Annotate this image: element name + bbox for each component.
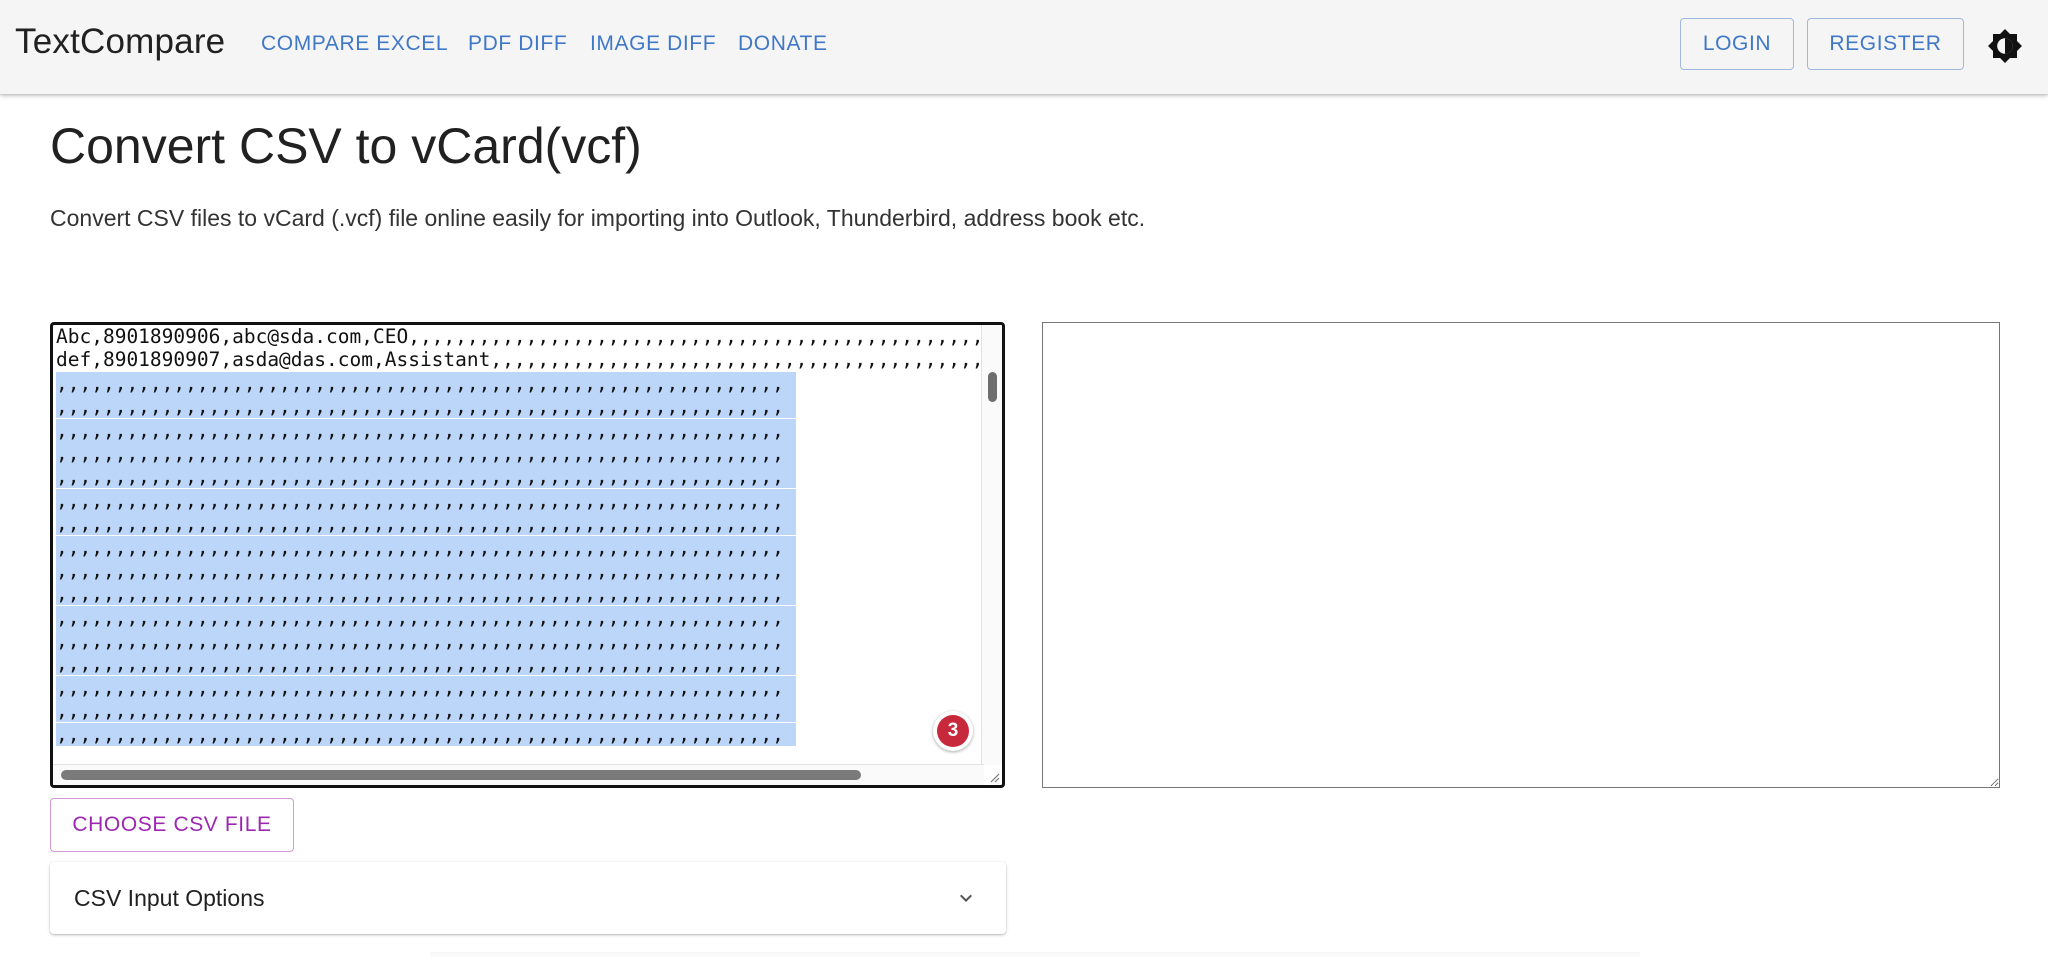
csv-line-text: ,,,,,,,,,,,,,,,,,,,,,,,,,,,,,,,,,,,,,,,,… [56, 371, 784, 395]
csv-line: ,,,,,,,,,,,,,,,,,,,,,,,,,,,,,,,,,,,,,,,,… [56, 465, 1002, 489]
csv-line-text: ,,,,,,,,,,,,,,,,,,,,,,,,,,,,,,,,,,,,,,,,… [56, 722, 784, 746]
csv-line: ,,,,,,,,,,,,,,,,,,,,,,,,,,,,,,,,,,,,,,,,… [56, 441, 1002, 465]
choose-csv-file-button[interactable]: CHOOSE CSV FILE [50, 798, 294, 852]
csv-line-text: ,,,,,,,,,,,,,,,,,,,,,,,,,,,,,,,,,,,,,,,,… [56, 629, 784, 653]
page-title: Convert CSV to vCard(vcf) [50, 118, 642, 174]
csv-line: ,,,,,,,,,,,,,,,,,,,,,,,,,,,,,,,,,,,,,,,,… [56, 722, 1002, 746]
top-app-bar: TextCompare COMPARE EXCEL PDF DIFF IMAGE… [0, 0, 2048, 94]
csv-input-text[interactable]: Abc,8901890906,abc@sda.com,CEO,,,,,,,,,,… [56, 325, 1002, 746]
page-fold-shadow [430, 952, 1640, 958]
register-button[interactable]: REGISTER [1807, 18, 1964, 70]
csv-line-text: ,,,,,,,,,,,,,,,,,,,,,,,,,,,,,,,,,,,,,,,,… [56, 652, 784, 676]
csv-line-text: ,,,,,,,,,,,,,,,,,,,,,,,,,,,,,,,,,,,,,,,,… [56, 558, 784, 582]
vertical-scroll-thumb[interactable] [988, 372, 997, 402]
csv-line: def,8901890907,asda@das.com,Assistant,,,… [56, 348, 1002, 372]
csv-line-text: ,,,,,,,,,,,,,,,,,,,,,,,,,,,,,,,,,,,,,,,,… [56, 488, 784, 512]
csv-line: ,,,,,,,,,,,,,,,,,,,,,,,,,,,,,,,,,,,,,,,,… [56, 535, 1002, 559]
csv-line: ,,,,,,,,,,,,,,,,,,,,,,,,,,,,,,,,,,,,,,,,… [56, 699, 1002, 723]
brand-logo[interactable]: TextCompare [15, 22, 225, 62]
csv-line-text: ,,,,,,,,,,,,,,,,,,,,,,,,,,,,,,,,,,,,,,,,… [56, 418, 784, 442]
csv-line: ,,,,,,,,,,,,,,,,,,,,,,,,,,,,,,,,,,,,,,,,… [56, 582, 1002, 606]
csv-line: ,,,,,,,,,,,,,,,,,,,,,,,,,,,,,,,,,,,,,,,,… [56, 652, 1002, 676]
nav-pdf-diff[interactable]: PDF DIFF [468, 32, 567, 56]
csv-line-text: ,,,,,,,,,,,,,,,,,,,,,,,,,,,,,,,,,,,,,,,,… [56, 465, 784, 489]
csv-line-text: ,,,,,,,,,,,,,,,,,,,,,,,,,,,,,,,,,,,,,,,,… [56, 699, 784, 723]
csv-line: ,,,,,,,,,,,,,,,,,,,,,,,,,,,,,,,,,,,,,,,,… [56, 675, 1002, 699]
csv-line: ,,,,,,,,,,,,,,,,,,,,,,,,,,,,,,,,,,,,,,,,… [56, 605, 1002, 629]
csv-line: ,,,,,,,,,,,,,,,,,,,,,,,,,,,,,,,,,,,,,,,,… [56, 395, 1002, 419]
csv-line: Abc,8901890906,abc@sda.com,CEO,,,,,,,,,,… [56, 325, 1002, 348]
csv-line-text: ,,,,,,,,,,,,,,,,,,,,,,,,,,,,,,,,,,,,,,,,… [56, 535, 784, 559]
csv-line-text: ,,,,,,,,,,,,,,,,,,,,,,,,,,,,,,,,,,,,,,,,… [56, 395, 784, 419]
vertical-scrollbar[interactable] [981, 325, 1002, 765]
csv-line: ,,,,,,,,,,,,,,,,,,,,,,,,,,,,,,,,,,,,,,,,… [56, 371, 1002, 395]
brightness-icon[interactable] [1985, 26, 2025, 66]
csv-line: ,,,,,,,,,,,,,,,,,,,,,,,,,,,,,,,,,,,,,,,,… [56, 629, 1002, 653]
csv-input-options-accordion[interactable]: CSV Input Options [50, 862, 1006, 934]
csv-line-text: ,,,,,,,,,,,,,,,,,,,,,,,,,,,,,,,,,,,,,,,,… [56, 675, 784, 699]
csv-line-text: ,,,,,,,,,,,,,,,,,,,,,,,,,,,,,,,,,,,,,,,,… [56, 605, 784, 629]
nav-compare-excel[interactable]: COMPARE EXCEL [261, 32, 448, 56]
csv-line-text: ,,,,,,,,,,,,,,,,,,,,,,,,,,,,,,,,,,,,,,,,… [56, 512, 784, 536]
vcf-output-textarea[interactable] [1042, 322, 2000, 788]
csv-line: ,,,,,,,,,,,,,,,,,,,,,,,,,,,,,,,,,,,,,,,,… [56, 488, 1002, 512]
badge-count: 3 [937, 715, 969, 747]
csv-input-textarea[interactable]: Abc,8901890906,abc@sda.com,CEO,,,,,,,,,,… [50, 322, 1005, 788]
page-description: Convert CSV files to vCard (.vcf) file o… [50, 205, 1146, 231]
csv-line-text: def,8901890907,asda@das.com,Assistant,,,… [56, 348, 1002, 372]
nav-donate[interactable]: DONATE [738, 32, 828, 56]
login-button[interactable]: LOGIN [1680, 18, 1794, 70]
horizontal-scroll-thumb[interactable] [61, 770, 861, 780]
csv-line: ,,,,,,,,,,,,,,,,,,,,,,,,,,,,,,,,,,,,,,,,… [56, 418, 1002, 442]
csv-line-text: Abc,8901890906,abc@sda.com,CEO,,,,,,,,,,… [56, 325, 1002, 348]
csv-line: ,,,,,,,,,,,,,,,,,,,,,,,,,,,,,,,,,,,,,,,,… [56, 512, 1002, 536]
resize-handle-icon[interactable] [988, 771, 1000, 783]
nav-image-diff[interactable]: IMAGE DIFF [590, 32, 716, 56]
accordion-title: CSV Input Options [74, 885, 265, 911]
notification-badge[interactable]: 3 [933, 711, 973, 751]
csv-line: ,,,,,,,,,,,,,,,,,,,,,,,,,,,,,,,,,,,,,,,,… [56, 558, 1002, 582]
chevron-down-icon[interactable] [954, 886, 978, 910]
horizontal-scrollbar[interactable] [53, 764, 984, 785]
csv-line-text: ,,,,,,,,,,,,,,,,,,,,,,,,,,,,,,,,,,,,,,,,… [56, 441, 784, 465]
csv-line-text: ,,,,,,,,,,,,,,,,,,,,,,,,,,,,,,,,,,,,,,,,… [56, 582, 784, 606]
